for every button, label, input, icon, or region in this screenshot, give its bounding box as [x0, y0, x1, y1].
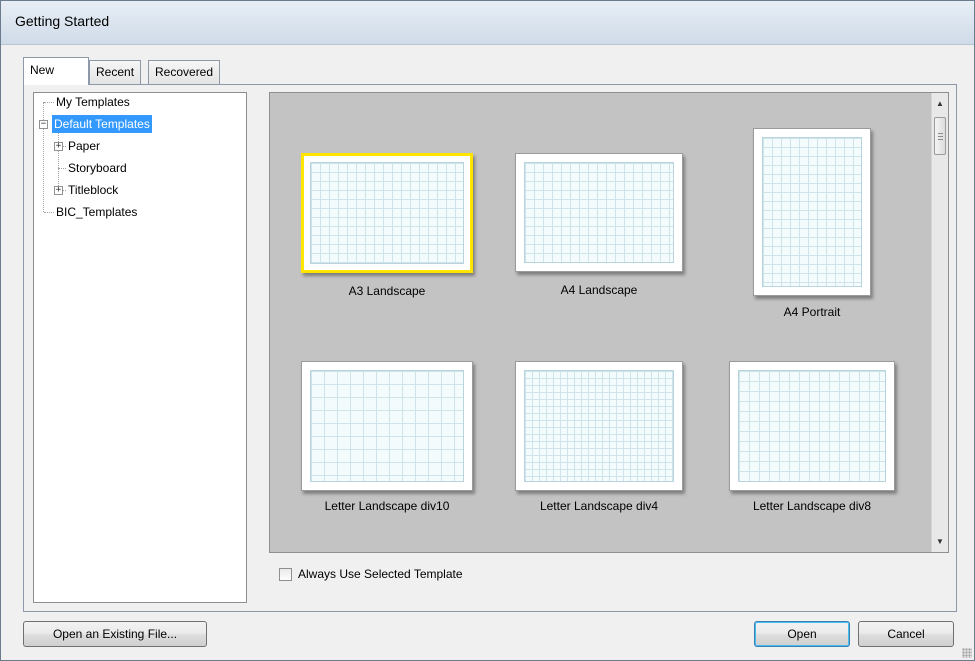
- template-label: Letter Landscape div4: [539, 499, 659, 513]
- tab-recovered[interactable]: Recovered: [148, 60, 221, 84]
- thumb-grip: [938, 133, 943, 134]
- expand-icon[interactable]: +: [54, 186, 63, 195]
- grid-preview: [310, 370, 464, 482]
- tree-connector: [44, 102, 54, 103]
- tab-panel-new: My Templates − Default Templates + Paper…: [23, 84, 957, 612]
- grid-preview: [524, 370, 674, 482]
- title-bar[interactable]: Getting Started: [1, 1, 974, 45]
- tree-item-my-templates[interactable]: My Templates: [54, 93, 132, 111]
- template-thumbnail[interactable]: [301, 361, 473, 491]
- tree-item-label: BIC_Templates: [56, 205, 138, 219]
- tab-new[interactable]: New: [23, 57, 89, 85]
- open-button[interactable]: Open: [754, 621, 850, 647]
- tab-recent[interactable]: Recent: [89, 60, 142, 84]
- window-title: Getting Started: [15, 13, 110, 29]
- template-tree[interactable]: My Templates − Default Templates + Paper…: [33, 92, 247, 603]
- always-use-template-checkbox[interactable]: [279, 568, 292, 581]
- tree-item-titleblock[interactable]: Titleblock: [66, 181, 120, 199]
- template-label: Letter Landscape div8: [752, 499, 872, 513]
- grid-preview: [762, 137, 862, 287]
- tree-item-storyboard[interactable]: Storyboard: [66, 159, 129, 177]
- template-thumbnail[interactable]: [729, 361, 895, 491]
- tree-item-default-templates[interactable]: Default Templates: [52, 115, 152, 133]
- template-label: A4 Landscape: [560, 283, 638, 297]
- template-gallery[interactable]: A3 Landscape A4 Landscape A4 Portrait Le…: [269, 92, 949, 553]
- tree-item-bic-templates[interactable]: BIC_Templates: [54, 203, 139, 221]
- tree-connector: [44, 212, 54, 213]
- thumb-grip: [938, 136, 943, 137]
- scroll-thumb[interactable]: [934, 117, 946, 155]
- tree-item-label: Default Templates: [54, 117, 150, 131]
- template-label: A3 Landscape: [348, 284, 426, 298]
- template-thumbnail[interactable]: [753, 128, 871, 296]
- tree-item-label: Titleblock: [68, 183, 119, 197]
- template-label: Letter Landscape div10: [324, 499, 450, 513]
- tab-new-label: New: [30, 63, 55, 77]
- grid-preview: [524, 162, 674, 263]
- always-use-template-label[interactable]: Always Use Selected Template: [298, 567, 463, 581]
- resize-grip-icon[interactable]: [962, 648, 972, 658]
- thumb-grip: [938, 139, 943, 140]
- tree-item-label: Paper: [68, 139, 101, 153]
- template-thumbnail[interactable]: [515, 361, 683, 491]
- tree-item-label: My Templates: [56, 95, 130, 109]
- template-thumbnail[interactable]: [515, 153, 683, 272]
- scroll-down-arrow-icon[interactable]: ▼: [932, 533, 948, 550]
- tab-recent-label: Recent: [96, 65, 135, 79]
- getting-started-dialog: Getting Started Recent Recovered New My …: [0, 0, 975, 661]
- vertical-scrollbar[interactable]: ▲ ▼: [931, 93, 948, 552]
- open-existing-file-button[interactable]: Open an Existing File...: [23, 621, 207, 647]
- grid-preview: [310, 162, 464, 264]
- template-thumbnail[interactable]: [301, 153, 473, 273]
- collapse-icon[interactable]: −: [39, 120, 48, 129]
- dialog-content: Recent Recovered New My Templates − Defa…: [11, 45, 964, 657]
- tree-item-label: Storyboard: [68, 161, 127, 175]
- tree-connector: [58, 168, 66, 169]
- tab-recovered-label: Recovered: [155, 65, 214, 79]
- scroll-up-arrow-icon[interactable]: ▲: [932, 95, 948, 112]
- cancel-button[interactable]: Cancel: [858, 621, 954, 647]
- grid-preview: [738, 370, 886, 482]
- tree-connector: [58, 130, 59, 190]
- template-label: A4 Portrait: [783, 305, 841, 319]
- tree-item-paper[interactable]: Paper: [66, 137, 102, 155]
- expand-icon[interactable]: +: [54, 142, 63, 151]
